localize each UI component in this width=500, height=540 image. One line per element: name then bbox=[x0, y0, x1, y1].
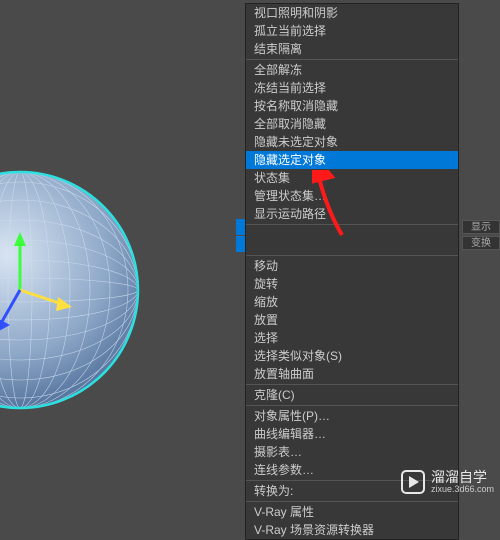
watermark-brand: 溜溜自学 bbox=[431, 470, 494, 485]
menu-select-similar[interactable]: 选择类似对象(S) bbox=[246, 347, 458, 365]
menu-scale[interactable]: 缩放 bbox=[246, 293, 458, 311]
menu-hide-selection[interactable]: 隐藏选定对象 bbox=[246, 151, 458, 169]
menu-unfreeze-all[interactable]: 全部解冻 bbox=[246, 61, 458, 79]
menu-hide-unselected[interactable]: 隐藏未选定对象 bbox=[246, 133, 458, 151]
selected-sphere-object[interactable] bbox=[0, 170, 140, 410]
play-icon bbox=[401, 470, 425, 494]
menu-show-motion-paths[interactable]: 显示运动路径 bbox=[246, 205, 458, 223]
menu-separator bbox=[246, 501, 458, 502]
menu-place[interactable]: 放置 bbox=[246, 311, 458, 329]
menu-separator bbox=[246, 405, 458, 406]
menu-gap bbox=[246, 226, 458, 254]
menu-clone[interactable]: 克隆(C) bbox=[246, 386, 458, 404]
menu-unhide-by-name[interactable]: 按名称取消隐藏 bbox=[246, 97, 458, 115]
menu-separator bbox=[246, 384, 458, 385]
menu-vray-scene-converter[interactable]: V-Ray 场景资源转换器 bbox=[246, 521, 458, 539]
menu-freeze-selection[interactable]: 冻结当前选择 bbox=[246, 79, 458, 97]
menu-select[interactable]: 选择 bbox=[246, 329, 458, 347]
watermark: 溜溜自学 zixue.3d66.com bbox=[401, 470, 494, 494]
quad-tab-display[interactable]: 显示 bbox=[462, 220, 500, 234]
menu-unhide-all[interactable]: 全部取消隐藏 bbox=[246, 115, 458, 133]
menu-vray-properties[interactable]: V-Ray 属性 bbox=[246, 503, 458, 521]
menu-end-isolate[interactable]: 结束隔离 bbox=[246, 40, 458, 58]
menu-isolate-selection[interactable]: 孤立当前选择 bbox=[246, 22, 458, 40]
menu-manage-state-sets[interactable]: 管理状态集… bbox=[246, 187, 458, 205]
menu-dope-sheet[interactable]: 摄影表… bbox=[246, 443, 458, 461]
menu-place-pivot-surface[interactable]: 放置轴曲面 bbox=[246, 365, 458, 383]
quad-tab-transform[interactable]: 变换 bbox=[462, 236, 500, 250]
menu-state-sets[interactable]: 状态集 bbox=[246, 169, 458, 187]
menu-separator bbox=[246, 59, 458, 60]
menu-separator bbox=[246, 224, 458, 225]
menu-move[interactable]: 移动 bbox=[246, 257, 458, 275]
menu-object-properties[interactable]: 对象属性(P)… bbox=[246, 407, 458, 425]
menu-rotate[interactable]: 旋转 bbox=[246, 275, 458, 293]
menu-viewport-lighting[interactable]: 视口照明和阴影 bbox=[246, 4, 458, 22]
watermark-url: zixue.3d66.com bbox=[431, 485, 494, 494]
menu-separator bbox=[246, 255, 458, 256]
menu-curve-editor[interactable]: 曲线编辑器… bbox=[246, 425, 458, 443]
context-menu: 视口照明和阴影 孤立当前选择 结束隔离 全部解冻 冻结当前选择 按名称取消隐藏 … bbox=[245, 3, 459, 540]
